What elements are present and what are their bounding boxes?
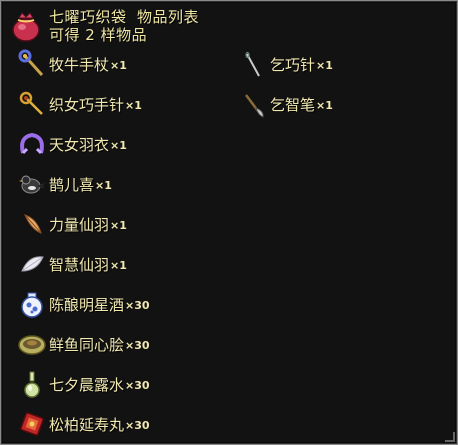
item-name: 力量仙羽 [49, 215, 110, 234]
list-item-tiannv-robe[interactable]: 天女羽衣 ×1 [17, 126, 127, 162]
item-list-panel: 七曜巧织袋 物品列表 可得 2 样物品 牧牛手杖 ×1 织女巧手针 ×1 天女羽… [0, 0, 458, 445]
item-quantity: ×30 [125, 338, 150, 352]
magpie-icon [19, 175, 45, 194]
brush-pen-icon [245, 94, 264, 118]
red-pouch-icon [12, 12, 40, 42]
item-quantity: ×30 [125, 298, 150, 312]
item-name: 牧牛手杖 [49, 55, 110, 74]
list-item-qiqiao-needle[interactable]: 乞巧针 ×1 [238, 46, 333, 82]
item-name: 乞智笔 [270, 95, 316, 114]
item-quantity: ×1 [95, 178, 112, 192]
panel-header: 七曜巧织袋 物品列表 可得 2 样物品 [9, 7, 199, 45]
list-item-qixi-dew[interactable]: 七夕晨露水 ×30 [17, 366, 150, 402]
item-name: 鹊儿喜 [49, 175, 95, 194]
item-name: 乞巧针 [270, 55, 316, 74]
list-item-power-feather[interactable]: 力量仙羽 ×1 [17, 206, 127, 242]
white-feather-icon [21, 256, 44, 272]
item-name: 松柏延寿丸 [49, 415, 125, 434]
list-item-muniu-staff[interactable]: 牧牛手杖 ×1 [17, 46, 127, 82]
item-name: 天女羽衣 [49, 135, 110, 154]
purple-ribbon-icon [20, 132, 44, 155]
green-vase-icon [24, 371, 40, 398]
item-quantity: ×1 [316, 98, 333, 112]
item-name: 智慧仙羽 [49, 255, 110, 274]
resize-corner [445, 432, 455, 442]
item-name: 织女巧手针 [49, 95, 125, 114]
item-quantity: ×1 [110, 58, 127, 72]
fish-dish-icon [18, 335, 46, 355]
item-quantity: ×30 [125, 418, 150, 432]
blue-staff-icon [18, 49, 44, 77]
list-item-fish-dish[interactable]: 鲜鱼同心脍 ×30 [17, 326, 150, 362]
item-quantity: ×1 [110, 138, 127, 152]
item-quantity: ×1 [125, 98, 142, 112]
porcelain-jar-icon [21, 292, 43, 318]
item-name: 七夕晨露水 [49, 375, 125, 394]
item-quantity: ×1 [110, 258, 127, 272]
item-quantity: ×1 [110, 218, 127, 232]
list-item-pine-pill[interactable]: 松柏延寿丸 ×30 [17, 406, 150, 442]
orange-feather-icon [24, 214, 42, 234]
list-item-qizhi-brush[interactable]: 乞智笔 ×1 [238, 86, 333, 122]
list-item-wisdom-feather[interactable]: 智慧仙羽 ×1 [17, 246, 127, 282]
item-quantity: ×30 [125, 378, 150, 392]
obtainable-count-text: 可得 2 样物品 [49, 26, 148, 44]
item-quantity: ×1 [316, 58, 333, 72]
item-name: 鲜鱼同心脍 [49, 335, 125, 354]
item-name: 陈酿明星酒 [49, 295, 125, 314]
list-item-aged-star-wine[interactable]: 陈酿明星酒 ×30 [17, 286, 150, 322]
list-item-zhinv-needle[interactable]: 织女巧手针 ×1 [17, 86, 142, 122]
red-pill-box-icon [20, 412, 44, 436]
list-item-queerxi[interactable]: 鹊儿喜 ×1 [17, 166, 112, 202]
panel-title: 七曜巧织袋 物品列表 [49, 8, 200, 26]
needle-icon [245, 51, 260, 77]
golden-needle-icon [19, 91, 43, 115]
